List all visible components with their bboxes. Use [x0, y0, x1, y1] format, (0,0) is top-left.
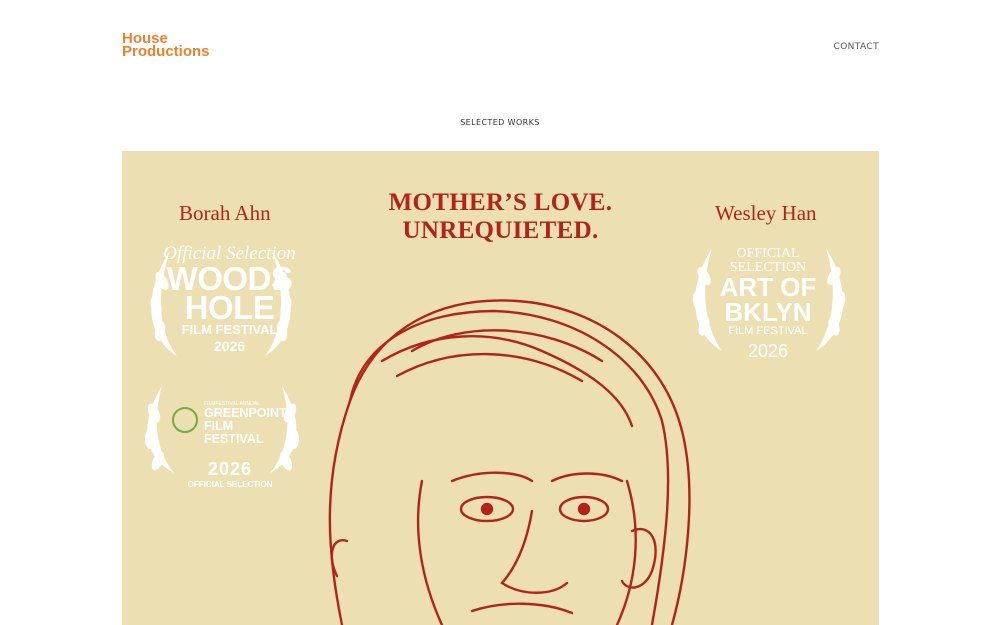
laurel-bklyn-line4: BKLYN	[724, 297, 812, 327]
laurel-greenpoint-selection: OFFICIAL SELECTION	[187, 480, 273, 489]
film-poster[interactable]: Borah Ahn Wesley Han MOTHER’S LOVE. UNRE…	[122, 151, 879, 625]
laurel-woods-hole-line4: FILM FESTIVAL	[181, 322, 278, 337]
laurel-woods-hole-year: 2026	[213, 338, 246, 354]
laurel-bklyn-year: 2026	[747, 341, 789, 361]
laurel-greenpoint-year: 2026	[207, 459, 253, 479]
laurel-woods-hole-line3: HOLE	[184, 289, 275, 326]
portrait-sketch-icon	[328, 299, 691, 625]
tagline-line-1: MOTHER’S LOVE.	[388, 189, 613, 216]
logo-line-2: Productions	[122, 43, 210, 60]
poster-tagline: MOTHER’S LOVE. UNREQUIETED.	[122, 189, 879, 245]
contact-link[interactable]: CONTACT	[834, 42, 879, 52]
section-title: SELECTED WORKS	[460, 118, 540, 127]
laurel-woods-hole-text: Official Selection WOODS HOLE FILM FESTI…	[157, 244, 302, 355]
site-logo[interactable]: House Productions	[122, 31, 210, 60]
tagline-line-2: UNREQUIETED.	[402, 217, 599, 244]
laurel-greenpoint-line2: FILM FESTIVAL	[204, 419, 264, 446]
laurel-greenpoint-text: FILMFESTIVAL ANNUAL GREENPOINT FILM FEST…	[170, 401, 290, 490]
laurel-bklyn-line1: OFFICIAL	[736, 246, 800, 261]
laurel-art-of-bklyn-text: OFFICIAL SELECTION ART OF BKLYN FILM FES…	[708, 247, 828, 364]
